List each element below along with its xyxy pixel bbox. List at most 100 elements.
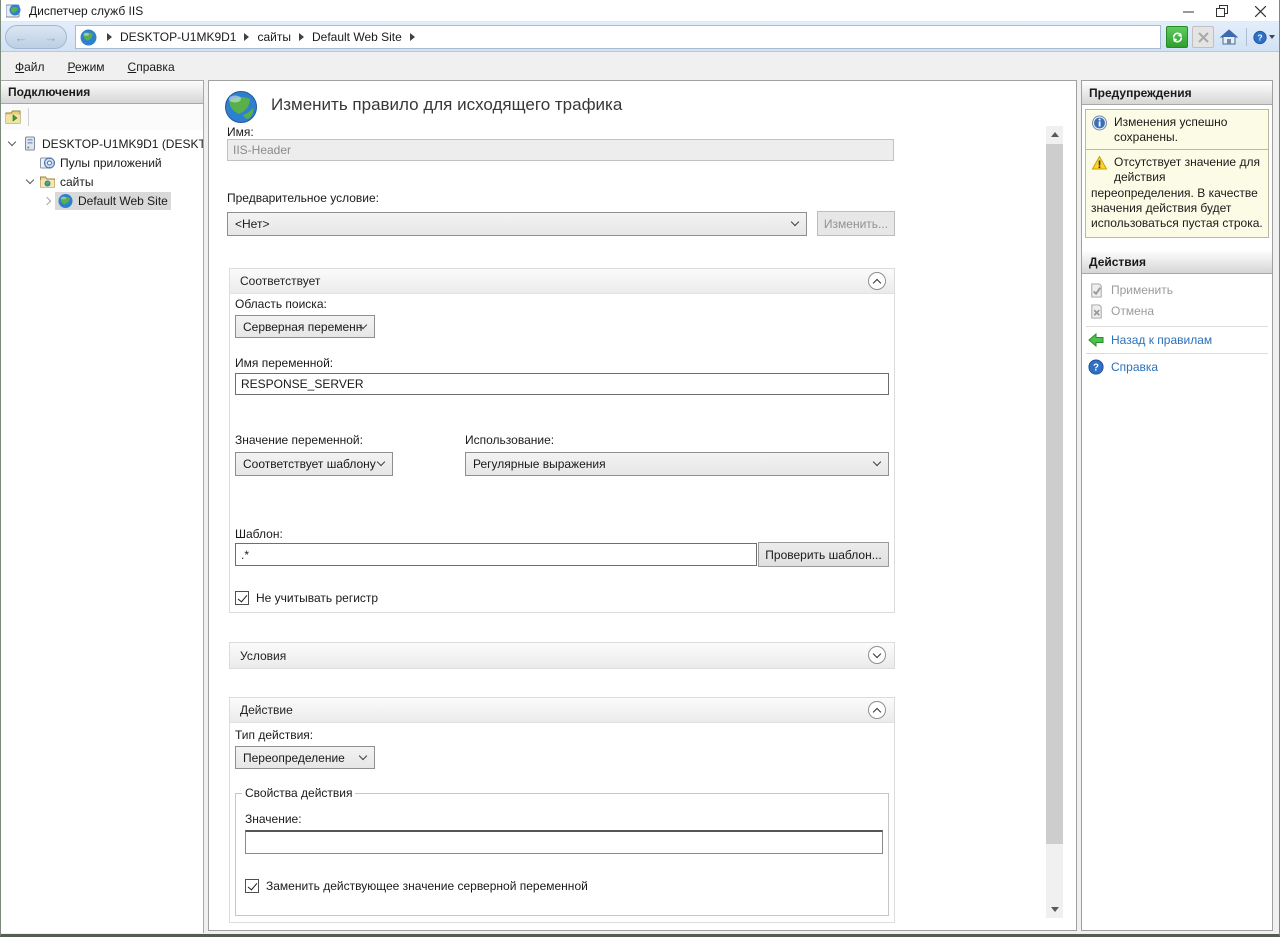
home-button[interactable] <box>1218 26 1240 48</box>
connections-tree: DESKTOP-U1MK9D1 (DESKTOP Пулы приложений <box>1 130 203 210</box>
name-label: Имя: <box>227 125 254 139</box>
action-properties-legend: Свойства действия <box>242 786 355 800</box>
actions-separator <box>1086 326 1268 327</box>
stop-button <box>1192 26 1214 48</box>
replace-value-row: Заменить действующее значение серверной … <box>245 879 588 893</box>
cancel-action: Отмена <box>1088 302 1154 320</box>
alerts-header: Предупреждения <box>1082 82 1272 105</box>
globe-icon[interactable] <box>80 29 97 46</box>
ignore-case-checkbox[interactable] <box>235 591 249 605</box>
expand-section-icon[interactable] <box>868 646 886 664</box>
ignore-case-label: Не учитывать регистр <box>256 591 378 605</box>
breadcrumb-separator-icon <box>107 33 112 41</box>
pattern-label: Шаблон: <box>235 527 283 541</box>
breadcrumb: DESKTOP-U1MK9D1 сайты Default Web Site <box>75 25 1161 49</box>
selected-tree-item[interactable]: Default Web Site <box>55 192 171 210</box>
tree-item-sites[interactable]: сайты <box>1 172 203 191</box>
edit-outbound-rule-page: Изменить правило для исходящего трафика … <box>208 80 1077 931</box>
apply-action: Применить <box>1088 281 1173 299</box>
vertical-scrollbar[interactable] <box>1046 126 1063 918</box>
title-bar: Диспетчер служб IIS <box>1 0 1279 22</box>
help-link[interactable]: ? Справка <box>1088 358 1158 376</box>
breadcrumb-server[interactable]: DESKTOP-U1MK9D1 <box>120 30 236 44</box>
close-button[interactable] <box>1243 0 1277 22</box>
replace-value-checkbox[interactable] <box>245 879 259 893</box>
actions-header: Действия <box>1082 251 1272 274</box>
ignore-case-row: Не учитывать регистр <box>235 591 378 605</box>
collapse-section-icon[interactable] <box>868 272 886 290</box>
minimize-button[interactable] <box>1171 0 1205 22</box>
page-title: Изменить правило для исходящего трафика <box>271 95 622 115</box>
scroll-up-icon[interactable] <box>1046 126 1063 143</box>
connections-panel: Подключения DESKTOP-U1MK9D1 (DESKTOP <box>1 80 204 933</box>
pattern-input[interactable] <box>235 543 757 566</box>
menu-help[interactable]: Справка <box>119 56 184 78</box>
alert-info: Изменения успешно сохранены. <box>1085 109 1269 152</box>
alert-warning: Отсутствует значение для действия переоп… <box>1085 149 1269 238</box>
nav-back-forward[interactable]: ← → <box>5 25 67 49</box>
precondition-select[interactable]: <Нет> <box>227 212 807 236</box>
match-section-header[interactable]: Соответствует <box>230 269 894 294</box>
expanded-chevron-icon[interactable] <box>26 176 34 184</box>
chevron-down-icon <box>791 218 799 226</box>
menu-file[interactable]: Файл <box>6 56 54 78</box>
name-input <box>227 139 894 161</box>
variable-name-input[interactable] <box>235 373 889 395</box>
value-input[interactable] <box>245 830 883 854</box>
tree-item-server[interactable]: DESKTOP-U1MK9D1 (DESKTOP <box>1 134 203 153</box>
value-label: Значение: <box>245 812 302 826</box>
action-section-header[interactable]: Действие <box>230 698 894 723</box>
conditions-section: Условия <box>229 642 895 669</box>
warning-icon <box>1091 155 1108 171</box>
action-type-label: Тип действия: <box>235 728 313 742</box>
precondition-label: Предварительное условие: <box>227 191 379 205</box>
test-pattern-button[interactable]: Проверить шаблон... <box>758 542 889 567</box>
scope-select[interactable]: Серверная переменн <box>235 315 375 338</box>
cancel-icon <box>1088 303 1104 319</box>
breadcrumb-sites[interactable]: сайты <box>257 30 291 44</box>
breadcrumb-default-web-site[interactable]: Default Web Site <box>312 30 402 44</box>
svg-text:?: ? <box>1257 32 1262 42</box>
scope-label: Область поиска: <box>235 297 327 311</box>
breadcrumb-separator-icon <box>299 33 304 41</box>
tree-item-app-pools[interactable]: Пулы приложений <box>1 153 203 172</box>
help-dropdown-icon[interactable] <box>1269 35 1275 39</box>
tree-item-default-web-site[interactable]: Default Web Site <box>1 191 203 210</box>
window-title: Диспетчер служб IIS <box>29 4 143 18</box>
back-to-rules-link[interactable]: Назад к правилам <box>1088 331 1212 349</box>
menu-view[interactable]: Режим <box>59 56 114 78</box>
chevron-down-icon <box>377 458 385 466</box>
connections-header: Подключения <box>1 81 203 104</box>
expanded-chevron-icon[interactable] <box>8 138 16 146</box>
restore-button[interactable] <box>1205 0 1239 22</box>
help-button[interactable]: ? <box>1253 26 1275 48</box>
server-icon <box>21 136 38 152</box>
scrollbar-thumb[interactable] <box>1046 144 1063 844</box>
refresh-button[interactable] <box>1166 26 1188 48</box>
toolbar-separator <box>1246 28 1247 46</box>
scroll-down-icon[interactable] <box>1046 901 1063 918</box>
actions-separator <box>1086 353 1268 354</box>
save-connection-icon[interactable] <box>5 109 22 125</box>
sites-folder-icon <box>39 174 56 190</box>
app-pools-icon <box>39 155 56 171</box>
back-arrow-icon <box>1088 332 1104 348</box>
forward-icon[interactable]: → <box>45 31 58 44</box>
collapse-section-icon[interactable] <box>868 701 886 719</box>
back-icon[interactable]: ← <box>15 31 28 44</box>
variable-value-select[interactable]: Соответствует шаблону <box>235 452 393 476</box>
menu-bar: Файл Режим Справка <box>1 53 1279 80</box>
app-icon <box>6 3 22 19</box>
action-type-select[interactable]: Переопределение <box>235 746 375 769</box>
toolbar-separator <box>28 108 29 126</box>
address-bar: ← → DESKTOP-U1MK9D1 сайты Default Web Si… <box>1 22 1279 52</box>
iis-manager-window: Диспетчер служб IIS ← → DESKTOP-U1MK9D1 … <box>0 0 1280 937</box>
breadcrumb-separator-icon <box>410 33 415 41</box>
edit-precondition-button: Изменить... <box>817 211 895 236</box>
breadcrumb-separator-icon <box>244 33 249 41</box>
site-globe-icon <box>57 193 74 209</box>
using-select[interactable]: Регулярные выражения <box>465 452 889 476</box>
conditions-section-header[interactable]: Условия <box>230 643 894 668</box>
replace-value-label: Заменить действующее значение серверной … <box>266 879 588 893</box>
collapsed-chevron-icon[interactable] <box>43 196 51 204</box>
